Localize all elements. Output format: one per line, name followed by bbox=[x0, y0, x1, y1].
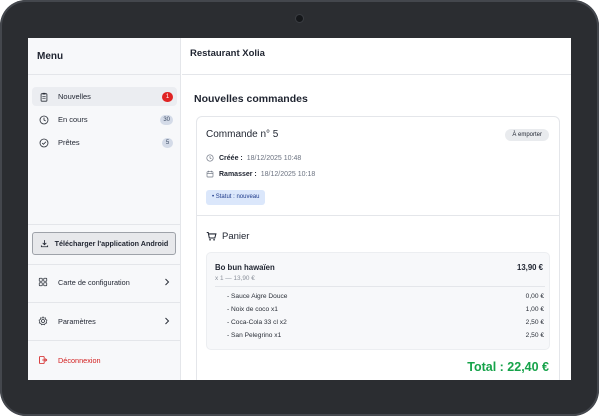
divider bbox=[28, 302, 181, 303]
item-name: Bo bun hawaïen bbox=[215, 263, 275, 272]
sidebar-item-pretes[interactable]: Prêtes 5 bbox=[32, 133, 177, 152]
clock-icon bbox=[38, 114, 50, 126]
header-bar: Restaurant Xolia bbox=[182, 38, 571, 75]
cart-icon bbox=[206, 231, 217, 241]
option-price: 2,50 € bbox=[525, 332, 544, 339]
calendar-icon bbox=[206, 170, 214, 178]
sidebar-item-label: Nouvelles bbox=[58, 92, 91, 101]
option-name: - Coca-Cola 33 cl x2 bbox=[227, 319, 287, 326]
count-badge: 1 bbox=[162, 91, 173, 102]
download-icon bbox=[40, 240, 48, 248]
option-name: - Sauce Aigre Douce bbox=[227, 293, 288, 300]
pickup-row: Ramasser : 18/12/2025 10:18 bbox=[206, 170, 315, 178]
pickup-value: 18/12/2025 10:18 bbox=[260, 170, 316, 178]
sidebar-title: Menu bbox=[28, 38, 180, 75]
sidebar: Menu Nouvelles 1 En cours 30 Prêtes 5 Té… bbox=[28, 38, 181, 380]
download-android-button[interactable]: Télécharger l'application Android bbox=[32, 232, 176, 255]
order-card[interactable]: Commande n° 5 À emporter Créée : 18/12/2… bbox=[196, 116, 560, 380]
settings-menu-item[interactable]: Paramètres bbox=[32, 311, 177, 331]
page-title: Nouvelles commandes bbox=[194, 93, 308, 105]
divider bbox=[197, 215, 559, 216]
check-circle-icon bbox=[38, 137, 50, 149]
status-badge: • Statut : nouveau bbox=[206, 190, 266, 205]
item-option: - Noix de coco x1 1,00 € bbox=[227, 306, 544, 313]
count-badge: 30 bbox=[160, 114, 173, 125]
option-name: - Noix de coco x1 bbox=[227, 306, 278, 313]
sidebar-item-en-cours[interactable]: En cours 30 bbox=[32, 110, 177, 129]
divider bbox=[28, 340, 181, 341]
option-price: 0,00 € bbox=[525, 293, 544, 300]
item-option: - Coca-Cola 33 cl x2 2,50 € bbox=[227, 319, 544, 326]
item-price: 13,90 € bbox=[516, 263, 543, 272]
order-title: Commande n° 5 bbox=[206, 129, 279, 140]
item-quantity: x 1 — 13,90 € bbox=[215, 275, 255, 282]
created-label: Créée : bbox=[219, 154, 243, 162]
settings-label: Paramètres bbox=[58, 316, 96, 326]
restaurant-name: Restaurant Xolia bbox=[190, 48, 265, 59]
sidebar-item-nouvelles[interactable]: Nouvelles 1 bbox=[32, 87, 177, 106]
order-mode-badge: À emporter bbox=[505, 129, 549, 141]
created-row: Créée : 18/12/2025 10:48 bbox=[206, 154, 301, 162]
status-label: • Statut : bbox=[212, 194, 235, 200]
clock-icon bbox=[206, 154, 214, 162]
order-total: Total : 22,40 € bbox=[467, 360, 549, 374]
logout-label: Déconnexion bbox=[58, 355, 101, 365]
chevron-right-icon bbox=[165, 278, 170, 286]
count-badge: 5 bbox=[162, 137, 173, 148]
sidebar-item-label: En cours bbox=[58, 115, 88, 124]
logout-button[interactable]: Déconnexion bbox=[32, 350, 177, 370]
sidebar-item-label: Prêtes bbox=[58, 138, 80, 147]
clipboard-icon bbox=[38, 91, 50, 103]
cart-item: Bo bun hawaïen 13,90 € x 1 — 13,90 € - S… bbox=[206, 252, 550, 350]
divider bbox=[215, 286, 545, 287]
cart-title: Panier bbox=[206, 231, 249, 242]
status-value: nouveau bbox=[236, 194, 260, 200]
option-price: 1,00 € bbox=[525, 306, 544, 313]
divider bbox=[28, 224, 181, 225]
config-label: Carte de configuration bbox=[58, 277, 130, 287]
chevron-right-icon bbox=[165, 317, 170, 325]
option-price: 2,50 € bbox=[525, 319, 544, 326]
item-option: - San Pelegrino x1 2,50 € bbox=[227, 332, 544, 339]
option-name: - San Pelegrino x1 bbox=[227, 332, 282, 339]
config-menu-item[interactable]: Carte de configuration bbox=[32, 272, 177, 292]
cart-title-label: Panier bbox=[222, 231, 250, 242]
grid-icon bbox=[38, 277, 50, 287]
app-screen: Menu Nouvelles 1 En cours 30 Prêtes 5 Té… bbox=[28, 38, 571, 380]
camera-dot bbox=[296, 15, 303, 22]
created-value: 18/12/2025 10:48 bbox=[246, 154, 302, 162]
main-content: Nouvelles commandes Commande n° 5 À empo… bbox=[182, 75, 571, 380]
divider bbox=[28, 264, 181, 265]
download-android-label: Télécharger l'application Android bbox=[54, 239, 169, 248]
pickup-label: Ramasser : bbox=[219, 170, 257, 178]
gear-icon bbox=[38, 316, 50, 326]
logout-icon bbox=[38, 355, 50, 365]
tablet-frame: Menu Nouvelles 1 En cours 30 Prêtes 5 Té… bbox=[0, 0, 599, 416]
item-option: - Sauce Aigre Douce 0,00 € bbox=[227, 293, 544, 300]
